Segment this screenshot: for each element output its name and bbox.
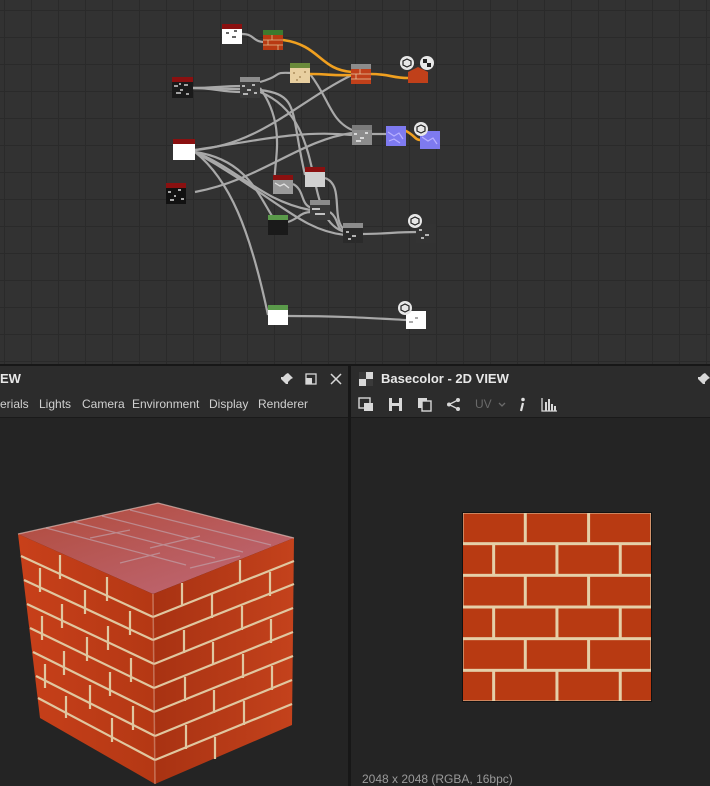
- output-cube-icon: [414, 122, 428, 136]
- image-info-status: 2048 x 2048 (RGBA, 16bpc): [362, 772, 513, 786]
- copy-icon[interactable]: [417, 397, 432, 412]
- 2d-view-panel: Basecolor - 2D VIEW UV 2048 x 2048 (RGBA…: [351, 366, 710, 786]
- brick: [526, 640, 588, 669]
- basecolor-texture: [462, 512, 652, 702]
- node-sand-texture[interactable]: [290, 63, 310, 83]
- wire-selected: [309, 72, 353, 77]
- node-grey-mask[interactable]: [305, 167, 325, 187]
- wire: [194, 151, 270, 316]
- brick: [621, 608, 652, 638]
- node-noise-1[interactable]: [172, 77, 193, 98]
- node-noise-2[interactable]: [240, 77, 260, 98]
- brick: [558, 671, 619, 701]
- brick: [495, 545, 556, 574]
- pin-icon[interactable]: [280, 372, 294, 386]
- brick-cube-preview: [17, 502, 295, 785]
- 3d-view-titlebar: EW: [0, 366, 348, 392]
- checker-badge-icon: [420, 56, 434, 70]
- node-roughness-output[interactable]: [416, 224, 436, 243]
- uv-dropdown[interactable]: UV: [475, 392, 492, 417]
- brick: [495, 608, 556, 638]
- histogram-icon[interactable]: [541, 397, 558, 412]
- node-rock-texture[interactable]: [273, 175, 293, 194]
- node-normal-blend[interactable]: [352, 125, 372, 145]
- 2d-view-toolbar: UV: [351, 392, 710, 418]
- node-roughness-mix[interactable]: [343, 223, 363, 243]
- selected-connections: [282, 38, 421, 142]
- brick: [590, 513, 651, 543]
- output-cube-icon: [400, 56, 414, 70]
- brick: [621, 671, 652, 701]
- brick: [621, 545, 652, 574]
- brick: [526, 513, 588, 543]
- brick: [463, 576, 524, 606]
- menu-camera[interactable]: Camera: [82, 392, 125, 417]
- menu-lights[interactable]: Lights: [39, 392, 71, 417]
- brick: [526, 576, 588, 606]
- node-white-pattern-a[interactable]: [222, 24, 242, 44]
- brick: [558, 545, 619, 574]
- brick: [590, 640, 651, 669]
- wire: [309, 73, 353, 132]
- brick: [463, 513, 524, 543]
- node-graph-canvas[interactable]: [0, 0, 710, 364]
- brick: [590, 576, 651, 606]
- wire: [194, 132, 353, 152]
- checker-icon: [359, 372, 373, 386]
- node-grunge-black[interactable]: [166, 183, 186, 204]
- brick: [462, 671, 493, 701]
- 3d-viewport[interactable]: [0, 418, 348, 786]
- brick: [463, 640, 524, 669]
- pin-icon[interactable]: [697, 372, 710, 386]
- wire: [287, 314, 407, 322]
- fit-view-icon[interactable]: [358, 397, 374, 412]
- menu-environment[interactable]: Environment: [132, 392, 199, 417]
- 3d-view-title: EW: [0, 371, 21, 386]
- menu-renderer[interactable]: Renderer: [258, 392, 308, 417]
- wire: [192, 84, 243, 90]
- 3d-view-menubar: erials Lights Camera Environment Display…: [0, 392, 348, 418]
- node-dark-node[interactable]: [268, 215, 288, 235]
- brick: [558, 608, 619, 638]
- wire: [259, 88, 307, 176]
- save-icon[interactable]: [388, 397, 403, 412]
- wire: [259, 71, 293, 84]
- output-cube-icon: [408, 214, 422, 228]
- node-normal-map[interactable]: [386, 126, 406, 146]
- output-cube-icon: [398, 301, 412, 315]
- node-white-mask[interactable]: [173, 139, 195, 160]
- node-white-solid[interactable]: [268, 305, 288, 325]
- info-icon[interactable]: [517, 397, 527, 413]
- maximize-icon[interactable]: [305, 373, 317, 385]
- wire-selected: [369, 72, 409, 80]
- node-brick-shape[interactable]: [263, 30, 283, 50]
- wire: [241, 32, 266, 44]
- menu-materials[interactable]: erials: [0, 392, 29, 417]
- node-graph-svg[interactable]: [0, 0, 710, 364]
- close-icon[interactable]: [330, 373, 342, 385]
- menu-display[interactable]: Display: [209, 392, 248, 417]
- brick: [495, 671, 556, 701]
- 2d-viewport[interactable]: 2048 x 2048 (RGBA, 16bpc): [351, 418, 710, 786]
- wire: [292, 183, 313, 210]
- wire: [361, 230, 418, 236]
- chevron-down-icon[interactable]: [498, 402, 506, 408]
- 2d-view-titlebar: Basecolor - 2D VIEW: [351, 366, 710, 392]
- brick: [462, 608, 493, 638]
- share-icon[interactable]: [446, 397, 461, 412]
- 3d-view-panel: EW erials Lights Camera Environment Disp…: [0, 366, 348, 786]
- 2d-view-title: Basecolor - 2D VIEW: [381, 371, 509, 386]
- brick: [462, 545, 493, 574]
- node-blend-output[interactable]: [351, 64, 371, 84]
- node-levels[interactable]: [310, 200, 330, 220]
